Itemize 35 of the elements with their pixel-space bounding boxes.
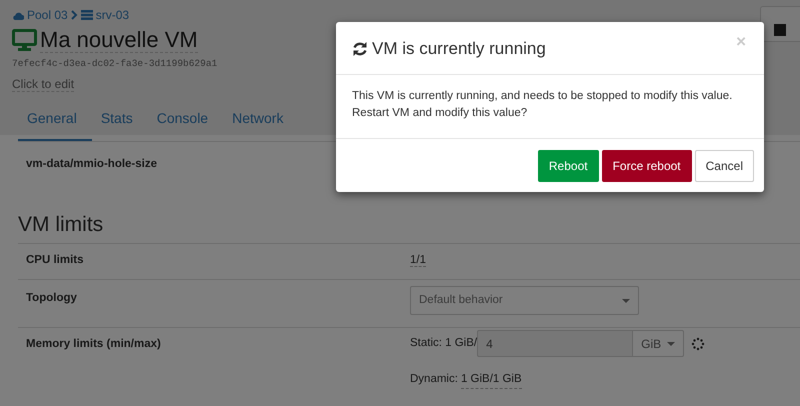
vm-name[interactable]: Ma nouvelle VM (40, 27, 198, 54)
dialog-button[interactable]: Force reboot (602, 150, 692, 182)
memory-input[interactable]: 4 (477, 330, 634, 357)
caret-icon (622, 298, 630, 302)
tab[interactable]: Stats (92, 98, 148, 141)
row-label: vm-data/mmio-hole-size (26, 157, 158, 172)
row-label: Memory limits (min/max) (26, 337, 162, 352)
static-label: Static: 1 GiB/ (410, 336, 478, 351)
tab[interactable]: General (18, 98, 92, 141)
unit-dropdown[interactable]: GiB (633, 330, 684, 357)
description-field[interactable]: Click to edit (12, 76, 74, 92)
breadcrumb-link[interactable]: srv-03 (96, 6, 130, 24)
modal-title: VM is currently running (372, 38, 546, 60)
dialog-button[interactable]: Cancel (694, 150, 754, 182)
tab[interactable]: Console (148, 98, 224, 141)
dialog-button[interactable]: Reboot (538, 150, 599, 182)
refresh-icon (352, 40, 368, 57)
caret-icon (667, 342, 676, 346)
topology-select[interactable]: Default behavior (410, 286, 639, 315)
server-icon (80, 10, 93, 20)
modal-message: This VM is currently running, and needs to be stopped to modify this value. Restart VM and modify this value? (351, 88, 734, 121)
stop-button[interactable] (760, 6, 800, 42)
breadcrumb-link[interactable]: Pool 03 (27, 6, 68, 24)
dynamic-value[interactable]: 1 GiB/1 GiB (460, 371, 522, 390)
dynamic-label: Dynamic: (410, 372, 458, 387)
section-title: VM limits (18, 212, 104, 238)
stop-icon (774, 24, 786, 36)
close-button[interactable]: × (734, 33, 748, 50)
tab[interactable]: Network (223, 98, 298, 141)
row-label: Topology (26, 291, 78, 306)
cloud-icon (12, 10, 24, 20)
vm-uuid: 7efecf4c-d3ea-dc02-fa3e-3d1199b629a1 (12, 57, 218, 72)
chevron-icon (70, 10, 78, 20)
row-label: CPU limits (26, 252, 85, 268)
cpu-value[interactable]: 1/1 (410, 254, 426, 267)
